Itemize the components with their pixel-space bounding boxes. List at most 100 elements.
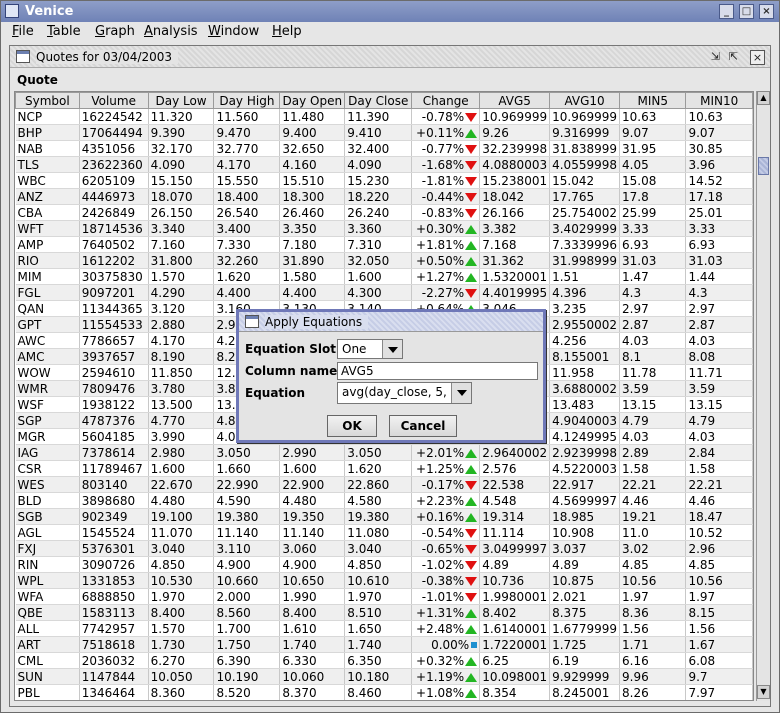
minimize-frame-icon[interactable]: ⇲	[708, 50, 723, 65]
table-cell: 4.5220003	[549, 460, 621, 477]
menu-graph[interactable]: Graph	[95, 24, 135, 39]
table-row[interactable]: WPL 1331853 10.530 10.660 10.650 10.610 -0.38%…	[15, 572, 753, 589]
table-cell: 25.01	[685, 204, 753, 221]
equation-combo[interactable]: avg(day_close, 5, 0	[337, 382, 472, 404]
table-cell: 2.9550002	[549, 316, 621, 333]
table-cell: 8.245001	[549, 684, 621, 700]
column-header[interactable]: Symbol	[15, 92, 80, 109]
column-header[interactable]: Day High	[213, 92, 281, 109]
change-value: 0.00%	[431, 637, 470, 652]
table-row[interactable]: MIM 30375830 1.570 1.620 1.580 1.600 +1.27% 1.5…	[15, 268, 753, 285]
menu-help[interactable]: Help	[272, 24, 302, 39]
column-header[interactable]: MIN5	[619, 92, 687, 109]
table-cell: 4.400	[279, 284, 346, 301]
table-cell: 9.410	[344, 124, 413, 141]
table-cell: 17.8	[619, 188, 687, 205]
table-row[interactable]: WFT 18714536 3.340 3.400 3.350 3.360 +0.30% 3.3…	[15, 220, 753, 237]
column-header[interactable]: Change	[411, 92, 481, 109]
cancel-button[interactable]: Cancel	[389, 415, 457, 437]
table-row[interactable]: IAG 7378614 2.980 3.050 2.990 3.050 +2.01% 2.96…	[15, 444, 753, 461]
table-row[interactable]: FXJ 5376301 3.040 3.110 3.060 3.040 -0.65% 3.04…	[15, 540, 753, 557]
menu-window[interactable]: Window	[208, 24, 259, 39]
table-cell: 10.650	[279, 572, 346, 589]
table-cell: 3898680	[79, 492, 149, 509]
maximize-button[interactable]: □	[739, 4, 754, 19]
table-cell: 4.850	[344, 556, 413, 573]
scroll-down-icon[interactable]: ▼	[757, 685, 770, 699]
table-row[interactable]: WFA 6888850 1.970 2.000 1.990 1.970 -1.01% 1.99…	[15, 588, 753, 605]
table-row[interactable]: SUN 1147844 10.050 10.190 10.060 10.180 +1.19%…	[15, 668, 753, 685]
table-row[interactable]: AGL 1545524 11.070 11.140 11.140 11.080 -0.54%…	[15, 524, 753, 541]
table-cell: 4.03	[685, 332, 753, 349]
column-header[interactable]: Day Low	[147, 92, 215, 109]
table-row[interactable]: CML 2036032 6.270 6.390 6.330 6.350 +0.32% 6.25…	[15, 652, 753, 669]
column-header[interactable]: AVG10	[549, 92, 621, 109]
table-row[interactable]: AMP 7640502 7.160 7.330 7.180 7.310 +1.81% 7.16…	[15, 236, 753, 253]
table-row[interactable]: NCP 16224542 11.320 11.560 11.480 11.390 -0.78…	[15, 108, 753, 125]
table-cell: 3.33	[685, 220, 753, 237]
menu-table[interactable]: Table	[47, 24, 81, 39]
table-cell: 3.037	[549, 540, 621, 557]
app-icon	[5, 4, 19, 18]
title-bar[interactable]: Venice _ □ ×	[1, 1, 779, 22]
close-button[interactable]: ×	[759, 4, 774, 19]
column-header[interactable]: AVG5	[479, 92, 551, 109]
table-row[interactable]: FGL 9097201 4.290 4.400 4.400 4.300 -2.27% 4.40…	[15, 284, 753, 301]
table-cell: CSR	[15, 460, 80, 477]
table-cell: 32.650	[279, 140, 346, 157]
minimize-button[interactable]: _	[719, 4, 734, 19]
frame-title-bar[interactable]: Quotes for 03/04/2003 ⇲ ⇱ ×	[10, 46, 770, 68]
table-row[interactable]: PBL 1346464 8.360 8.520 8.370 8.460 +1.08% 8.35…	[15, 684, 753, 700]
table-row[interactable]: WES 803140 22.670 22.990 22.900 22.860 -0.17% 2…	[15, 476, 753, 493]
column-name-input[interactable]: AVG5	[337, 362, 538, 380]
table-cell: 31.998999	[549, 252, 621, 269]
table-cell: 8.08	[685, 348, 753, 365]
column-header[interactable]: MIN10	[685, 92, 753, 109]
table-row[interactable]: QBE 1583113 8.400 8.560 8.400 8.510 +1.31% 8.40…	[15, 604, 753, 621]
table-cell: 4.480	[148, 492, 215, 509]
ok-button[interactable]: OK	[327, 415, 377, 437]
restore-frame-icon[interactable]: ⇱	[726, 50, 741, 65]
down-arrow-icon	[465, 144, 478, 154]
table-row[interactable]: BLD 3898680 4.480 4.590 4.480 4.580 +2.23% 4.54…	[15, 492, 753, 509]
table-cell: 4.770	[148, 412, 215, 429]
equation-slot-select[interactable]: One	[337, 339, 403, 359]
table-cell: 32.239998	[479, 140, 551, 157]
table-row[interactable]: NAB 4351056 32.170 32.770 32.650 32.400 -0.77%…	[15, 140, 753, 157]
down-arrow-icon	[465, 160, 478, 170]
table-row[interactable]: WBC 6205109 15.150 15.550 15.510 15.230 -1.81%…	[15, 172, 753, 189]
scroll-up-icon[interactable]: ▲	[757, 91, 770, 105]
table-row[interactable]: CBA 2426849 26.150 26.540 26.460 26.240 -0.83%…	[15, 204, 753, 221]
table-row[interactable]: RIN 3090726 4.850 4.900 4.900 4.850 -1.02% 4.89…	[15, 556, 753, 573]
column-header[interactable]: Day Close	[344, 92, 413, 109]
dialog-title-bar[interactable]: Apply Equations	[239, 312, 543, 332]
scroll-thumb[interactable]	[758, 157, 769, 175]
vertical-scrollbar[interactable]: ▲ ▼	[756, 91, 770, 701]
chevron-down-icon[interactable]	[382, 340, 402, 358]
table-cell: 19.380	[213, 508, 281, 525]
table-cell: 10.060	[279, 668, 346, 685]
table-row[interactable]: SGB 902349 19.100 19.380 19.350 19.380 +0.16% 1…	[15, 508, 753, 525]
table-row[interactable]: RIO 1612202 31.800 32.260 31.890 32.050 +0.50%…	[15, 252, 753, 269]
table-cell: +1.81%	[411, 236, 481, 253]
chevron-down-icon[interactable]	[451, 383, 471, 403]
table-cell: AGL	[15, 524, 80, 541]
table-cell: 1.7220001	[479, 636, 551, 653]
table-row[interactable]: ART 7518618 1.730 1.750 1.740 1.740 0.00% 1.722…	[15, 636, 753, 653]
table-header: Symbol Volume Day Low Day High Day Open Day C…	[15, 92, 753, 109]
up-arrow-icon	[465, 496, 478, 506]
table-row[interactable]: ANZ 4446973 18.070 18.400 18.300 18.220 -0.44%…	[15, 188, 753, 205]
table-cell: 26.460	[279, 204, 346, 221]
table-row[interactable]: ALL 7742957 1.570 1.700 1.610 1.650 +2.48% 1.61…	[15, 620, 753, 637]
table-row[interactable]: CSR 11789467 1.600 1.660 1.600 1.620 +1.25% 2.5…	[15, 460, 753, 477]
column-header[interactable]: Volume	[78, 92, 149, 109]
table-row[interactable]: BHP 17064494 9.390 9.470 9.400 9.410 +0.11% 9.2…	[15, 124, 753, 141]
menu-analysis[interactable]: Analysis	[144, 24, 198, 39]
menu-file[interactable]: File	[12, 24, 34, 39]
table-cell: ANZ	[15, 188, 80, 205]
table-cell: 22.917	[549, 476, 621, 493]
table-row[interactable]: TLS 23622360 4.090 4.170 4.160 4.090 -1.68% 4.0…	[15, 156, 753, 173]
change-value: +0.11%	[416, 125, 465, 140]
column-header[interactable]: Day Open	[279, 92, 346, 109]
close-frame-button[interactable]: ×	[750, 50, 765, 65]
